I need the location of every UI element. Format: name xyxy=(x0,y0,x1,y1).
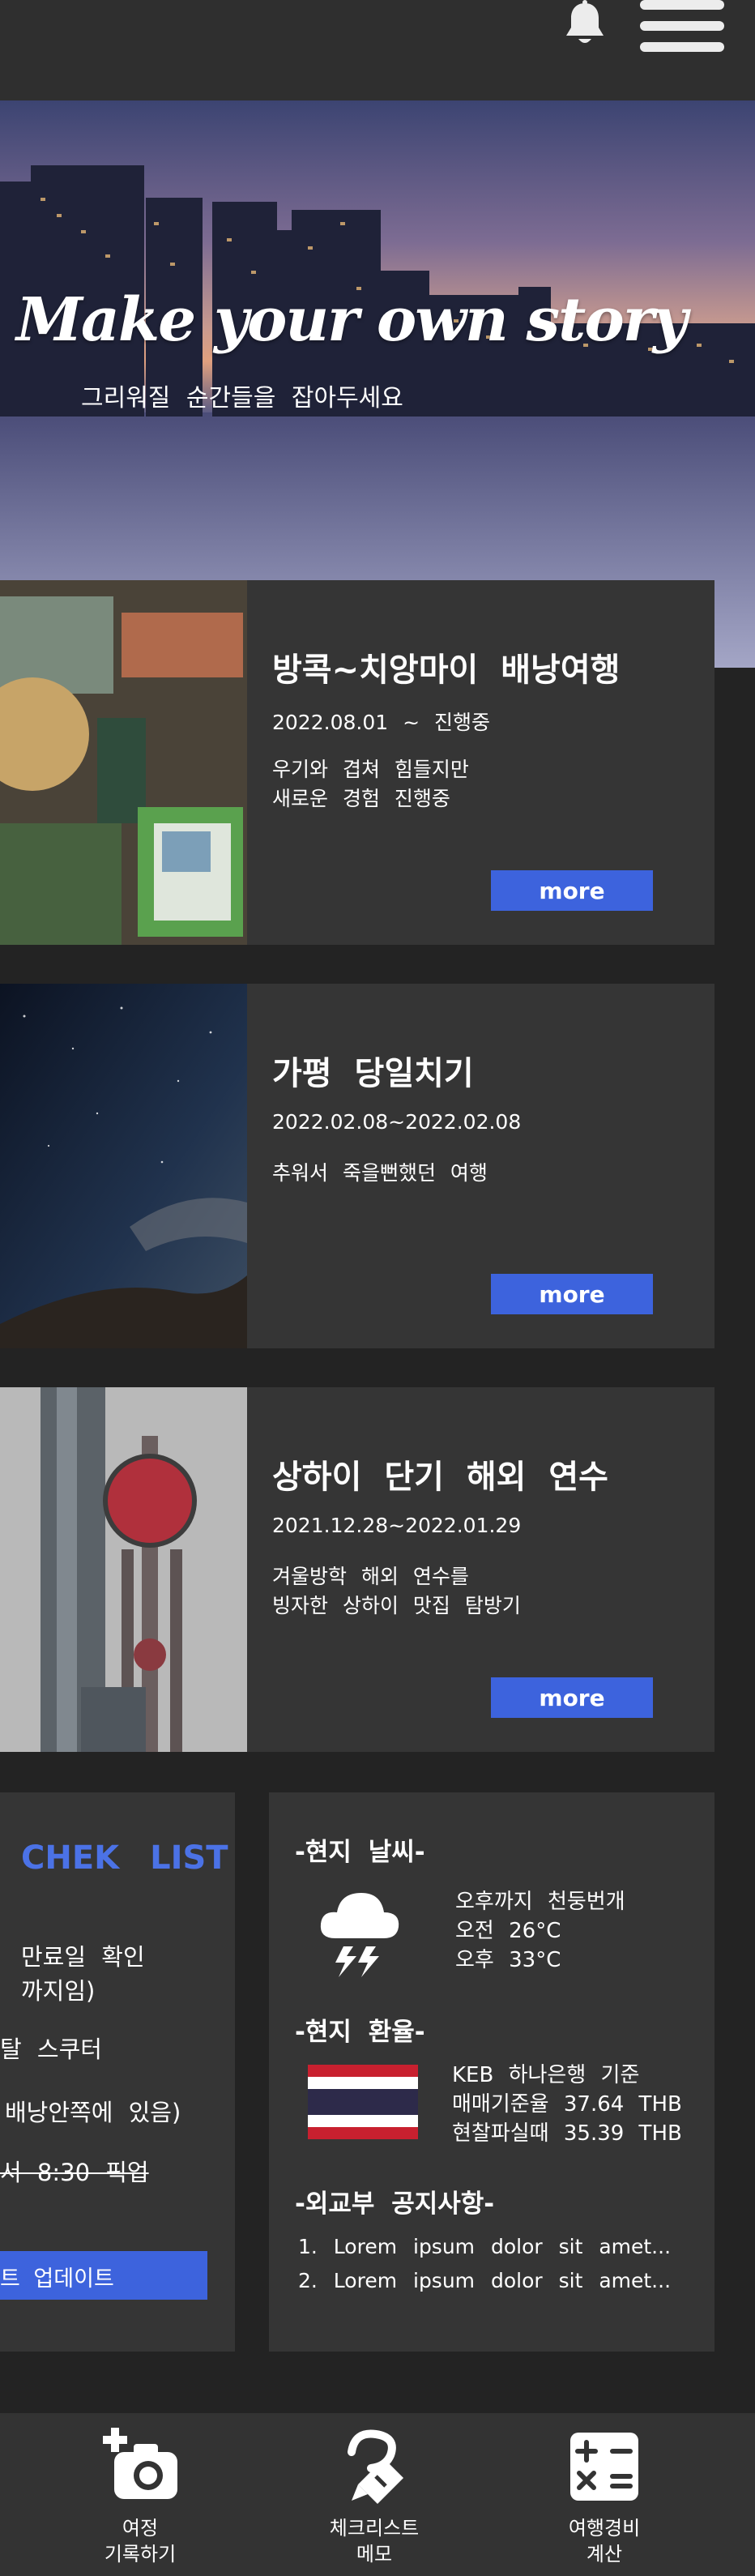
checklist-item[interactable]: 탈 스쿠터 xyxy=(0,2031,102,2065)
add-photo-camera-icon xyxy=(103,2428,177,2499)
exchange-base-rate: 매매기준율 37.64 THB xyxy=(452,2092,682,2117)
trip-card[interactable]: 방콕~치앙마이 배낭여행 2022.08.01 ~ 진행중 우기와 겹쳐 힘들지… xyxy=(0,580,714,945)
more-button[interactable]: more xyxy=(491,1274,653,1314)
travel-info-panel: -현지 날씨- 오후까지 천둥번개 오전 26°C 오후 33°C -현지 환율… xyxy=(269,1792,714,2352)
checklist-title: CHEK LIST xyxy=(21,1839,228,1877)
trip-description: 추워서 죽을뻔했던 여행 xyxy=(272,1159,488,1188)
hamburger-menu-icon[interactable] xyxy=(640,0,724,55)
checklist-update-button[interactable]: 트 업데이트 xyxy=(0,2251,207,2300)
trip-card[interactable]: 가평 당일치기 2022.02.08~2022.02.08 추워서 죽을뻔했던 … xyxy=(0,984,714,1348)
trip-description: 겨울방학 해외 연수를 빙자한 상하이 맛집 탐방기 xyxy=(272,1562,521,1621)
hero-subtitle: 그리워질 순간들을 잡아두세요 xyxy=(81,384,403,412)
trip-description-line: 새로운 경험 진행중 xyxy=(272,787,450,810)
thunderstorm-cloud-icon xyxy=(320,1893,399,1977)
trip-description-line: 우기와 겹쳐 힘들지만 xyxy=(272,758,469,781)
exchange-heading: -현지 환율- xyxy=(295,2018,425,2047)
trip-description-line: 빙자한 상하이 맛집 탐방기 xyxy=(272,1594,521,1617)
weather-summary: 오후까지 천둥번개 xyxy=(455,1890,625,1914)
nav-item-record-journey[interactable]: 여정 기록하기 xyxy=(59,2413,221,2576)
trip-date: 2022.02.08~2022.02.08 xyxy=(272,1110,522,1134)
nav-label: 체크리스트 메모 xyxy=(329,2517,420,2565)
top-bar xyxy=(0,0,755,100)
notice-item[interactable]: 1. Lorem ipsum dolor sit amet... xyxy=(298,2235,671,2258)
exchange-bank: KEB 하나은행 기준 xyxy=(452,2063,640,2087)
nav-label: 여정 기록하기 xyxy=(104,2517,177,2565)
shanghai-tower-image xyxy=(0,1387,247,1752)
trip-title: 가평 당일치기 xyxy=(272,1055,474,1092)
checklist-item[interactable]: 만료일 확인 xyxy=(21,1938,145,1972)
trip-description-line: 겨울방학 해외 연수를 xyxy=(272,1565,469,1588)
trip-title: 방콕~치앙마이 배낭여행 xyxy=(272,651,621,689)
trip-date: 2021.12.28~2022.01.29 xyxy=(272,1514,522,1537)
checklist-item[interactable]: 배낭안쪽에 있음) xyxy=(5,2094,181,2128)
calculator-icon xyxy=(570,2433,638,2501)
notice-heading: -외교부 공지사항- xyxy=(295,2189,495,2219)
trip-description-line: 추워서 죽을뻔했던 여행 xyxy=(272,1161,488,1185)
more-button[interactable]: more xyxy=(491,1677,653,1718)
thailand-flag-icon xyxy=(308,2065,418,2139)
trip-description: 우기와 겹쳐 힘들지만 새로운 경험 진행중 xyxy=(272,755,469,814)
hero-title: Make your own story xyxy=(16,285,688,355)
notice-item[interactable]: 2. Lorem ipsum dolor sit amet... xyxy=(298,2269,671,2292)
bell-icon[interactable] xyxy=(561,0,609,47)
night-sky-image xyxy=(0,984,247,1348)
weather-am-temp: 오전 26°C xyxy=(455,1919,561,1943)
checklist-panel: CHEK LIST 만료일 확인 까지임) 탈 스쿠터 배낭안쪽에 있음) 서 … xyxy=(0,1792,235,2352)
bottom-navigation: 여정 기록하기 체크리스트 메모 여행경비 계산 xyxy=(0,2413,755,2576)
checklist-item-done[interactable]: 서 8:30 픽업 xyxy=(0,2154,149,2188)
nav-label: 여행경비 계산 xyxy=(568,2517,641,2565)
nav-item-checklist-memo[interactable]: 체크리스트 메모 xyxy=(293,2413,455,2576)
trip-title: 상하이 단기 해외 연수 xyxy=(272,1459,608,1496)
market-food-image xyxy=(0,580,247,945)
weather-pm-temp: 오후 33°C xyxy=(455,1948,561,1972)
more-button[interactable]: more xyxy=(491,870,653,911)
weather-heading: -현지 날씨- xyxy=(295,1838,425,1867)
nav-item-expense-calc[interactable]: 여행경비 계산 xyxy=(523,2413,685,2576)
edit-pen-icon xyxy=(348,2429,403,2504)
exchange-cash-rate: 현찰파실때 35.39 THB xyxy=(452,2121,682,2146)
checklist-item: 까지임) xyxy=(21,1977,96,2005)
trip-card[interactable]: 상하이 단기 해외 연수 2021.12.28~2022.01.29 겨울방학 … xyxy=(0,1387,714,1752)
trip-date: 2022.08.01 ~ 진행중 xyxy=(272,711,490,734)
